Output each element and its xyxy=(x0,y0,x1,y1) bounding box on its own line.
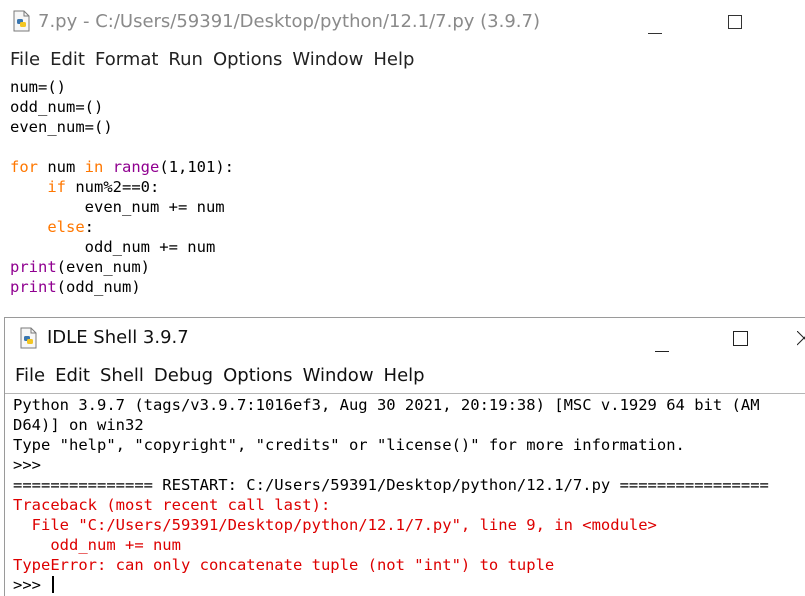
menu-help[interactable]: Help xyxy=(373,49,414,70)
menu-window[interactable]: Window xyxy=(303,365,374,386)
menu-file[interactable]: File xyxy=(15,365,45,386)
code-line: num=() xyxy=(10,77,234,97)
text-cursor xyxy=(52,576,55,593)
code-token: odd_num += num xyxy=(13,536,181,554)
menu-window[interactable]: Window xyxy=(292,49,363,70)
code-token: else xyxy=(47,218,85,236)
code-line: if num%2==0: xyxy=(10,177,234,197)
editor-code-area[interactable]: num=() odd_num=() even_num=() for num in r… xyxy=(10,77,234,297)
shell-window-title: IDLE Shell 3.9.7 xyxy=(47,327,189,348)
shell-line: File "C:/Users/59391/Desktop/python/12.1… xyxy=(13,515,769,535)
code-token: File "C:/Users/59391/Desktop/python/12.1… xyxy=(13,516,657,534)
menu-format[interactable]: Format xyxy=(95,49,158,70)
code-token: Type "help", "copyright", "credits" or "… xyxy=(13,436,685,454)
close-icon[interactable] xyxy=(796,330,805,350)
shell-output-area[interactable]: Python 3.9.7 (tags/v3.9.7:1016ef3, Aug 3… xyxy=(13,395,769,595)
code-token: Python 3.9.7 (tags/v3.9.7:1016ef3, Aug 3… xyxy=(13,396,760,414)
maximize-icon[interactable] xyxy=(728,14,742,33)
code-token: for xyxy=(10,158,38,176)
code-token: num xyxy=(38,158,85,176)
code-token: (1,101): xyxy=(159,158,235,176)
python-file-icon xyxy=(12,10,32,36)
python-file-icon xyxy=(19,327,39,353)
shell-line: =============== RESTART: C:/Users/59391/… xyxy=(13,475,769,495)
editor-titlebar[interactable]: 7.py - C:/Users/59391/Desktop/python/12.… xyxy=(0,0,805,44)
menu-options[interactable]: Options xyxy=(213,49,282,70)
editor-window-title: 7.py - C:/Users/59391/Desktop/python/12.… xyxy=(38,11,540,32)
code-token: print xyxy=(10,258,57,276)
code-token: : xyxy=(84,218,94,236)
code-token: odd_num += num xyxy=(10,238,216,256)
shell-line: >>> xyxy=(13,575,769,595)
menu-help[interactable]: Help xyxy=(384,365,425,386)
code-token: in xyxy=(84,158,104,176)
shell-line: Traceback (most recent call last): xyxy=(13,495,769,515)
shell-line: TypeError: can only concatenate tuple (n… xyxy=(13,555,769,575)
code-token: num=() xyxy=(10,78,66,96)
code-token: =============== RESTART: C:/Users/59391/… xyxy=(13,476,769,494)
maximize-icon[interactable] xyxy=(733,331,748,350)
code-token: TypeError: can only concatenate tuple (n… xyxy=(13,556,555,574)
menu-edit[interactable]: Edit xyxy=(55,365,90,386)
shell-line: Type "help", "copyright", "credits" or "… xyxy=(13,435,769,455)
shell-menubar: File Edit Shell Debug Options Window Hel… xyxy=(5,360,805,390)
code-token: >>> xyxy=(13,576,51,594)
menu-run[interactable]: Run xyxy=(168,49,203,70)
code-line: odd_num += num xyxy=(10,237,234,257)
shell-line: >>> xyxy=(13,455,769,475)
menu-edit[interactable]: Edit xyxy=(50,49,85,70)
code-token: D64)] on win32 xyxy=(13,416,144,434)
editor-menubar: File Edit Format Run Options Window Help xyxy=(0,44,805,74)
code-token: (even_num) xyxy=(56,258,150,276)
menu-debug[interactable]: Debug xyxy=(154,365,213,386)
menu-options[interactable]: Options xyxy=(223,365,292,386)
code-token: odd_num=() xyxy=(10,98,104,116)
code-line: print(even_num) xyxy=(10,257,234,277)
menu-shell[interactable]: Shell xyxy=(100,365,144,386)
code-line: even_num=() xyxy=(10,117,234,137)
shell-titlebar[interactable]: IDLE Shell 3.9.7 xyxy=(5,318,805,358)
code-line: odd_num=() xyxy=(10,97,234,117)
shell-window: IDLE Shell 3.9.7 File Edit Shell Debug O… xyxy=(4,317,805,596)
minimize-icon[interactable] xyxy=(655,338,669,357)
code-token: >>> xyxy=(13,456,41,474)
code-token: even_num += num xyxy=(10,198,225,216)
code-token: even_num=() xyxy=(10,118,113,136)
code-line: for num in range(1,101): xyxy=(10,157,234,177)
code-token: Traceback (most recent call last): xyxy=(13,496,331,514)
menu-file[interactable]: File xyxy=(10,49,40,70)
code-token: (odd_num) xyxy=(56,278,141,296)
editor-window: 7.py - C:/Users/59391/Desktop/python/12.… xyxy=(0,0,805,320)
code-line: print(odd_num) xyxy=(10,277,234,297)
shell-line: Python 3.9.7 (tags/v3.9.7:1016ef3, Aug 3… xyxy=(13,395,769,415)
shell-line: odd_num += num xyxy=(13,535,769,555)
code-line: else: xyxy=(10,217,234,237)
code-line: even_num += num xyxy=(10,197,234,217)
code-token: range xyxy=(112,158,160,176)
code-token: num%2==0: xyxy=(66,178,160,196)
shell-line: D64)] on win32 xyxy=(13,415,769,435)
shell-menu-separator xyxy=(5,393,805,394)
code-token: if xyxy=(47,178,66,196)
code-token: print xyxy=(10,278,57,296)
minimize-icon[interactable] xyxy=(648,20,662,39)
